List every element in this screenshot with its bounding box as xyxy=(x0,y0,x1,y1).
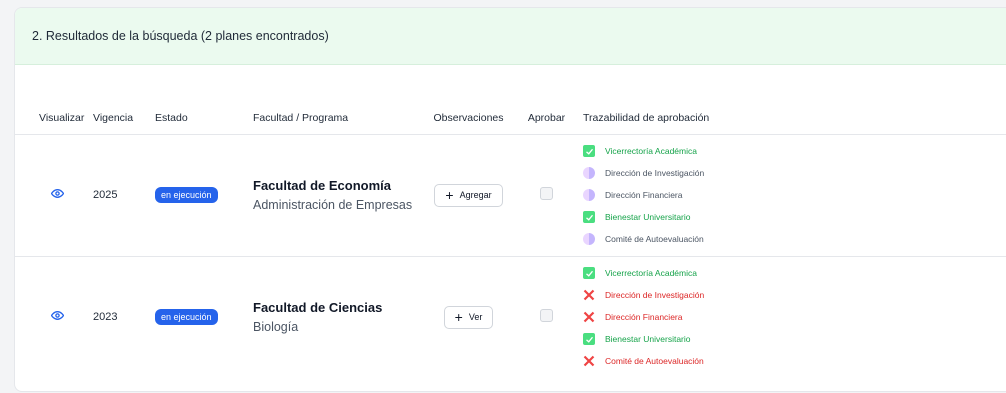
trace-label: Bienestar Universitario xyxy=(605,212,691,222)
eye-icon[interactable] xyxy=(50,309,64,322)
pending-icon xyxy=(583,233,595,245)
observation-button-label: Agregar xyxy=(459,190,492,200)
trace-item: Dirección Financiera xyxy=(583,306,1006,328)
programa-name: Biología xyxy=(253,320,299,335)
trace-item: Vicerrectoría Académica xyxy=(583,140,1006,162)
table-row: 2023 en ejecución Facultad de Ciencias B… xyxy=(15,256,1006,378)
table-header-row: Visualizar Vigencia Estado Facultad / Pr… xyxy=(15,102,1006,135)
trace-label: Vicerrectoría Académica xyxy=(605,146,697,156)
aprobar-cell xyxy=(514,256,579,378)
col-vigencia: Vigencia xyxy=(89,102,153,135)
trace-item: Comité de Autoevaluación xyxy=(583,228,1006,250)
plans-table: Visualizar Vigencia Estado Facultad / Pr… xyxy=(15,102,1006,378)
approve-checkbox[interactable] xyxy=(540,309,553,323)
estado-cell: en ejecución xyxy=(153,134,253,257)
trazabilidad-cell: Vicerrectoría Académica Dirección de Inv… xyxy=(579,256,1006,378)
table-row: 2025 en ejecución Facultad de Economía A… xyxy=(15,134,1006,257)
results-header: 2. Resultados de la búsqueda (2 planes e… xyxy=(15,8,1006,65)
vigencia-value: 2025 xyxy=(89,134,153,257)
visualizar-cell xyxy=(15,256,89,378)
facultad-name: Facultad de Ciencias xyxy=(253,300,383,316)
approval-trace-list: Vicerrectoría Académica Dirección de Inv… xyxy=(583,140,1006,250)
facultad-name: Facultad de Economía xyxy=(253,178,391,193)
check-icon xyxy=(583,145,595,157)
trace-item: Dirección Financiera xyxy=(583,184,1006,206)
facultad-programa-cell: Facultad de Economía Administración de E… xyxy=(253,134,423,257)
results-title: 2. Resultados de la búsqueda (2 planes e… xyxy=(32,29,329,43)
x-icon xyxy=(583,289,595,301)
view-observations-button[interactable]: + Ver xyxy=(443,305,494,329)
trace-item: Dirección de Investigación xyxy=(583,162,1006,184)
trace-item: Bienestar Universitario xyxy=(583,206,1006,228)
check-icon xyxy=(583,333,595,346)
x-icon xyxy=(583,355,595,367)
plus-icon: + xyxy=(445,187,454,203)
col-facultad-programa: Facultad / Programa xyxy=(253,102,423,135)
trace-label: Dirección de Investigación xyxy=(605,290,705,301)
aprobar-cell xyxy=(514,134,579,257)
col-visualizar: Visualizar xyxy=(15,102,89,135)
col-aprobar: Aprobar xyxy=(514,102,579,135)
observaciones-cell: + Agregar xyxy=(423,134,514,257)
trace-label: Dirección de Investigación xyxy=(605,168,705,178)
vigencia-value: 2023 xyxy=(93,311,118,324)
approve-checkbox[interactable] xyxy=(540,187,553,200)
trazabilidad-cell: Vicerrectoría Académica Dirección de Inv… xyxy=(579,134,1006,257)
programa-name: Administración de Empresas xyxy=(253,198,413,212)
status-badge: en ejecución xyxy=(155,187,218,203)
trace-label: Comité de Autoevaluación xyxy=(605,234,704,244)
trace-item: Comité de Autoevaluación xyxy=(583,350,1006,372)
trace-label: Dirección Financiera xyxy=(605,312,683,323)
status-badge: en ejecución xyxy=(155,309,218,326)
trace-label: Comité de Autoevaluación xyxy=(605,356,704,367)
x-icon xyxy=(583,311,595,323)
trace-item: Dirección de Investigación xyxy=(583,284,1006,306)
trace-label: Dirección Financiera xyxy=(605,190,683,200)
pending-icon xyxy=(583,167,595,179)
col-estado: Estado xyxy=(153,102,253,135)
observaciones-cell: + Ver xyxy=(423,256,514,378)
check-icon xyxy=(583,267,595,280)
approval-trace-list: Vicerrectoría Académica Dirección de Inv… xyxy=(583,262,1006,372)
estado-cell: en ejecución xyxy=(153,256,253,378)
results-card: 2. Resultados de la búsqueda (2 planes e… xyxy=(14,7,1006,392)
trace-item: Bienestar Universitario xyxy=(583,328,1006,350)
visualizar-cell xyxy=(15,134,89,257)
plus-icon: + xyxy=(454,309,463,326)
pending-icon xyxy=(583,189,595,201)
col-trazabilidad: Trazabilidad de aprobación xyxy=(579,102,1006,135)
observation-button-label: Ver xyxy=(468,312,483,323)
trace-label: Vicerrectoría Académica xyxy=(605,268,697,279)
col-observaciones: Observaciones xyxy=(423,102,514,135)
trace-label: Bienestar Universitario xyxy=(605,334,691,345)
facultad-programa-cell: Facultad de Ciencias Biología xyxy=(253,256,423,378)
trace-item: Vicerrectoría Académica xyxy=(583,262,1006,284)
check-icon xyxy=(583,211,595,223)
add-observation-button[interactable]: + Agregar xyxy=(434,183,503,207)
eye-icon[interactable] xyxy=(50,187,64,200)
